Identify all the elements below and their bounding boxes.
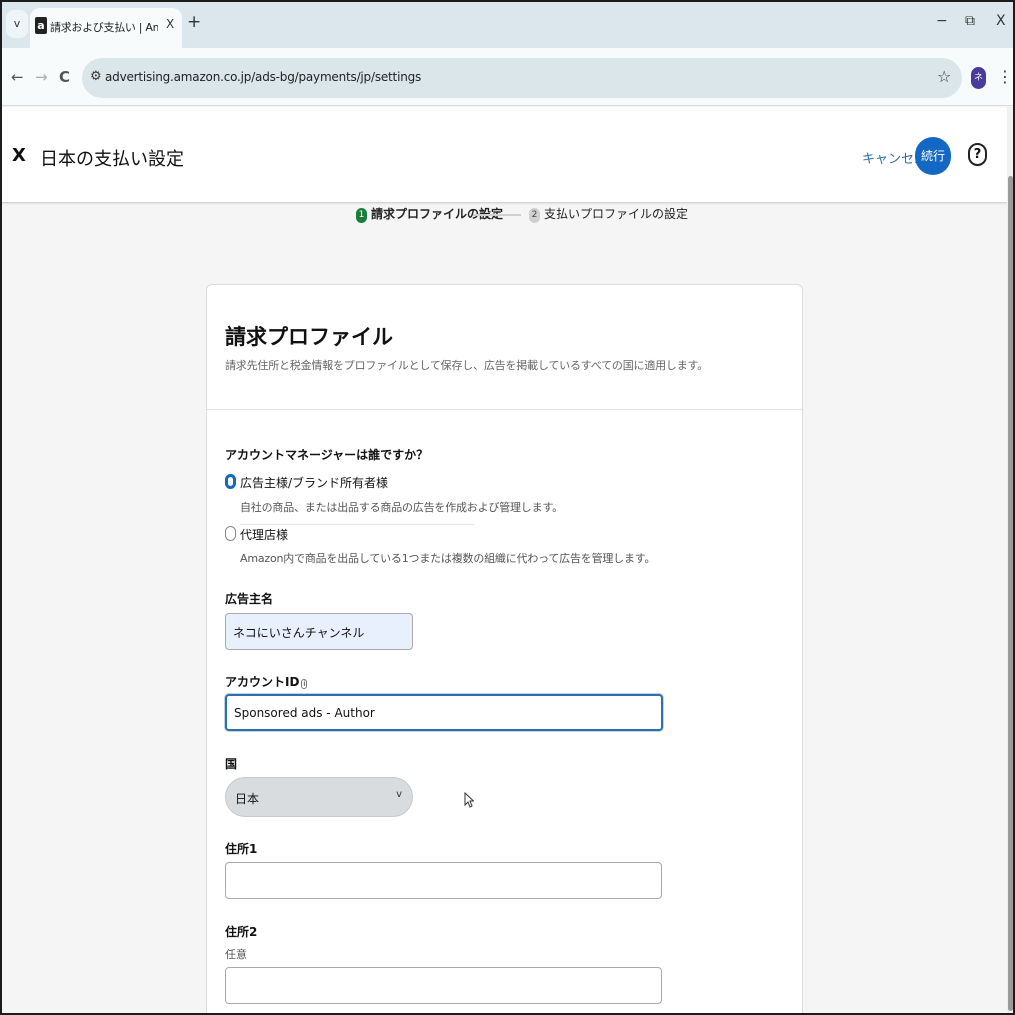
more-menu-icon[interactable]: ⋮ xyxy=(997,67,1013,86)
browser-tab-active[interactable]: a 請求および支払い | Amazon Ads X xyxy=(30,8,182,48)
continue-button[interactable]: 続行 xyxy=(915,137,951,175)
amazon-favicon-icon: a xyxy=(35,17,47,34)
advertiser-radio-description: 自社の商品、または出品する商品の広告を作成および管理します。 xyxy=(240,501,563,514)
advertiser-name-label: 広告主名 xyxy=(225,592,274,606)
step-1-number: 1 xyxy=(356,208,367,223)
window-close-icon[interactable]: X xyxy=(996,13,1006,29)
screen-frame: v a 請求および支払い | Amazon Ads X + − ⧉ X ← → … xyxy=(0,0,1015,1015)
new-tab-button[interactable]: + xyxy=(187,12,201,32)
agency-radio-description: Amazon内で商品を出品している1つまたは複数の組織に代わって広告を管理します… xyxy=(240,552,656,565)
address2-optional-hint: 任意 xyxy=(225,948,247,961)
card-subtitle: 請求先住所と税金情報をプロファイルとして保存し、広告を掲載しているすべての国に適… xyxy=(225,359,709,372)
help-icon[interactable]: ? xyxy=(968,143,987,166)
chevron-down-icon: v xyxy=(396,789,402,800)
address1-input[interactable] xyxy=(225,862,662,899)
browser-toolbar: ← → C ⚙ advertising.amazon.co.jp/ads-bg/… xyxy=(2,48,1013,106)
page-title: 日本の支払い設定 xyxy=(40,149,184,170)
info-icon[interactable]: i xyxy=(301,679,308,689)
step-2: 2 支払いプロファイルの設定 xyxy=(529,205,688,223)
account-id-label: アカウントID i xyxy=(225,673,308,690)
step-2-number: 2 xyxy=(529,208,540,223)
agency-radio-label[interactable]: 代理店様 xyxy=(240,526,288,543)
stepper-connector xyxy=(473,214,521,216)
account-id-input[interactable]: Sponsored ads - Author xyxy=(225,694,663,731)
profile-avatar[interactable]: ネ xyxy=(971,67,986,89)
billing-profile-card: 請求プロファイル 請求先住所と税金情報をプロファイルとして保存し、広告を掲載して… xyxy=(206,284,803,1013)
address1-label: 住所1 xyxy=(225,842,258,856)
advertiser-radio[interactable] xyxy=(225,474,236,489)
country-selected-value: 日本 xyxy=(235,792,260,806)
mouse-pointer-icon xyxy=(464,792,474,808)
close-icon[interactable]: X xyxy=(12,145,26,166)
card-title: 請求プロファイル xyxy=(225,325,393,349)
site-info-icon[interactable]: ⚙ xyxy=(90,69,102,84)
tab-close-icon[interactable]: X xyxy=(166,17,174,31)
app-header: X 日本の支払い設定 キャンセル 続行 ? xyxy=(2,107,1007,203)
card-divider xyxy=(207,409,802,410)
scrollbar-thumb[interactable] xyxy=(1008,176,1013,1011)
step-2-label: 支払いプロファイルの設定 xyxy=(544,207,689,221)
address2-label: 住所2 xyxy=(225,925,258,939)
country-select[interactable]: 日本 v xyxy=(225,777,413,817)
url-text[interactable]: advertising.amazon.co.jp/ads-bg/payments… xyxy=(105,70,421,84)
browser-tabstrip: v a 請求および支払い | Amazon Ads X + − ⧉ X xyxy=(2,2,1013,48)
address2-input[interactable] xyxy=(225,967,662,1004)
minimize-icon[interactable]: − xyxy=(936,13,948,29)
bookmark-star-icon[interactable]: ☆ xyxy=(937,67,951,86)
agency-radio[interactable] xyxy=(225,526,236,541)
tab-title: 請求および支払い | Amazon Ads xyxy=(50,21,158,34)
country-label: 国 xyxy=(225,757,238,771)
tab-search-button[interactable]: v xyxy=(6,10,28,38)
address-bar[interactable]: ⚙ advertising.amazon.co.jp/ads-bg/paymen… xyxy=(82,58,962,98)
back-icon[interactable]: ← xyxy=(11,68,24,86)
restore-icon[interactable]: ⧉ xyxy=(965,13,975,29)
account-manager-question: アカウントマネージャーは誰ですか？ xyxy=(225,448,429,462)
reload-icon[interactable]: C xyxy=(59,68,70,86)
advertiser-radio-label[interactable]: 広告主様/ブランド所有者様 xyxy=(240,474,388,491)
radio-divider xyxy=(240,524,474,525)
account-id-label-text: アカウントID xyxy=(225,675,300,689)
forward-icon[interactable]: → xyxy=(35,68,48,86)
advertiser-name-input[interactable]: ネコにいさんチャンネル xyxy=(225,613,413,650)
